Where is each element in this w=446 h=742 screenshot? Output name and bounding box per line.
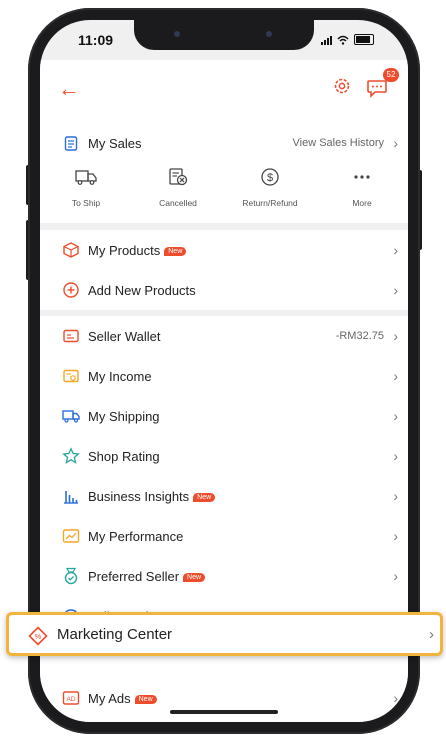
view-sales-history-link[interactable]: View Sales History [293,137,385,149]
ads-icon: AD [62,689,80,707]
box-icon [62,241,80,259]
menu-item-label: Seller Wallet [88,328,161,344]
menu-item-business-insights[interactable]: Business Insights New › [40,476,408,516]
menu-item-label: My Income [88,368,152,384]
menu-item-my-performance[interactable]: My Performance › [40,516,408,556]
menu-item-label: My Performance [88,528,184,544]
chevron-right-icon: › [393,528,398,544]
seller-menu-card: Seller Wallet -RM32.75 › My Income › My … [40,316,408,722]
battery-icon [354,34,374,45]
status-time: 11:09 [78,32,114,48]
chevron-right-icon: › [393,282,398,298]
back-arrow-icon[interactable]: ← [58,78,80,100]
shortcut-cancelled[interactable]: Cancelled [132,166,224,220]
products-card: My Products New › Add New Products › [40,230,408,310]
shortcut-label: Return/Refund [242,198,298,208]
plus-circle-icon [62,281,80,299]
home-indicator [170,710,278,714]
menu-item-label: My Products New [88,243,187,258]
star-icon [62,447,80,465]
shortcut-label: Cancelled [159,198,197,208]
my-sales-row[interactable]: My Sales View Sales History › [40,120,408,166]
shortcut-label: More [352,198,372,208]
menu-item-my-shipping[interactable]: My Shipping › [40,396,408,436]
my-sales-title: My Sales [88,135,142,151]
chevron-right-icon: › [393,488,398,504]
chevron-right-icon: › [429,626,434,643]
menu-item-preferred-seller[interactable]: Preferred Seller New › [40,556,408,596]
refund-icon: $ [259,166,281,188]
sales-shortcuts: To Ship Cancelled $ Return/Refund More [40,166,408,220]
chevron-right-icon: › [393,135,398,151]
new-badge: New [134,694,157,704]
wifi-icon [337,35,349,45]
my-sales-card: My Sales View Sales History › To Ship Ca… [40,120,408,223]
clipboard-icon [62,134,80,152]
svg-text:$: $ [267,172,273,184]
menu-item-seller-wallet[interactable]: Seller Wallet -RM32.75 › [40,316,408,356]
income-icon [62,367,80,385]
notch [134,20,314,50]
marketing-center-highlight[interactable]: % Marketing Center › [6,612,443,656]
signal-icon [321,35,332,45]
new-badge: New [164,246,187,256]
menu-item-label: My Ads New [88,691,157,706]
menu-item-add-new-products[interactable]: Add New Products › [40,270,408,310]
truck-icon [74,166,98,188]
menu-item-shop-rating[interactable]: Shop Rating › [40,436,408,476]
menu-item-my-income[interactable]: My Income › [40,356,408,396]
wallet-balance: -RM32.75 [335,330,384,342]
menu-item-label: Business Insights New [88,489,216,504]
chevron-right-icon: › [393,328,398,344]
more-icon [352,166,372,188]
sensor-dot [174,31,180,37]
chat-badge: 52 [383,68,399,82]
svg-text:%: % [35,632,42,641]
menu-item-label: Preferred Seller New [88,569,206,584]
shortcut-to-ship[interactable]: To Ship [40,166,132,220]
chevron-right-icon: › [393,408,398,424]
shortcut-more[interactable]: More [316,166,408,220]
status-bar: 11:09 [40,20,408,60]
cancelled-icon [167,166,189,188]
camera-dot [266,31,272,37]
chevron-right-icon: › [393,448,398,464]
app-header: ← 52 [40,60,408,120]
shortcut-label: To Ship [71,198,101,208]
new-badge: New [183,572,206,582]
medal-icon [62,567,80,585]
status-icons [321,34,374,45]
shortcut-return-refund[interactable]: $ Return/Refund [224,166,316,220]
chevron-right-icon: › [393,690,398,706]
menu-item-label: Shop Rating [88,448,160,464]
menu-item-label: My Shipping [88,408,160,424]
performance-icon [62,527,80,545]
marketing-tag-icon: % [27,625,49,652]
marketing-center-label: Marketing Center [57,626,173,643]
wallet-icon [62,327,80,345]
chevron-right-icon: › [393,242,398,258]
bar-chart-icon [62,487,80,505]
shipping-truck-icon [62,407,80,425]
gear-icon[interactable] [332,76,352,96]
menu-item-my-products[interactable]: My Products New › [40,230,408,270]
svg-text:AD: AD [66,696,75,703]
chevron-right-icon: › [393,368,398,384]
menu-item-label: Add New Products [88,282,196,298]
chat-icon[interactable] [366,78,388,98]
chevron-right-icon: › [393,568,398,584]
new-badge: New [193,492,216,502]
